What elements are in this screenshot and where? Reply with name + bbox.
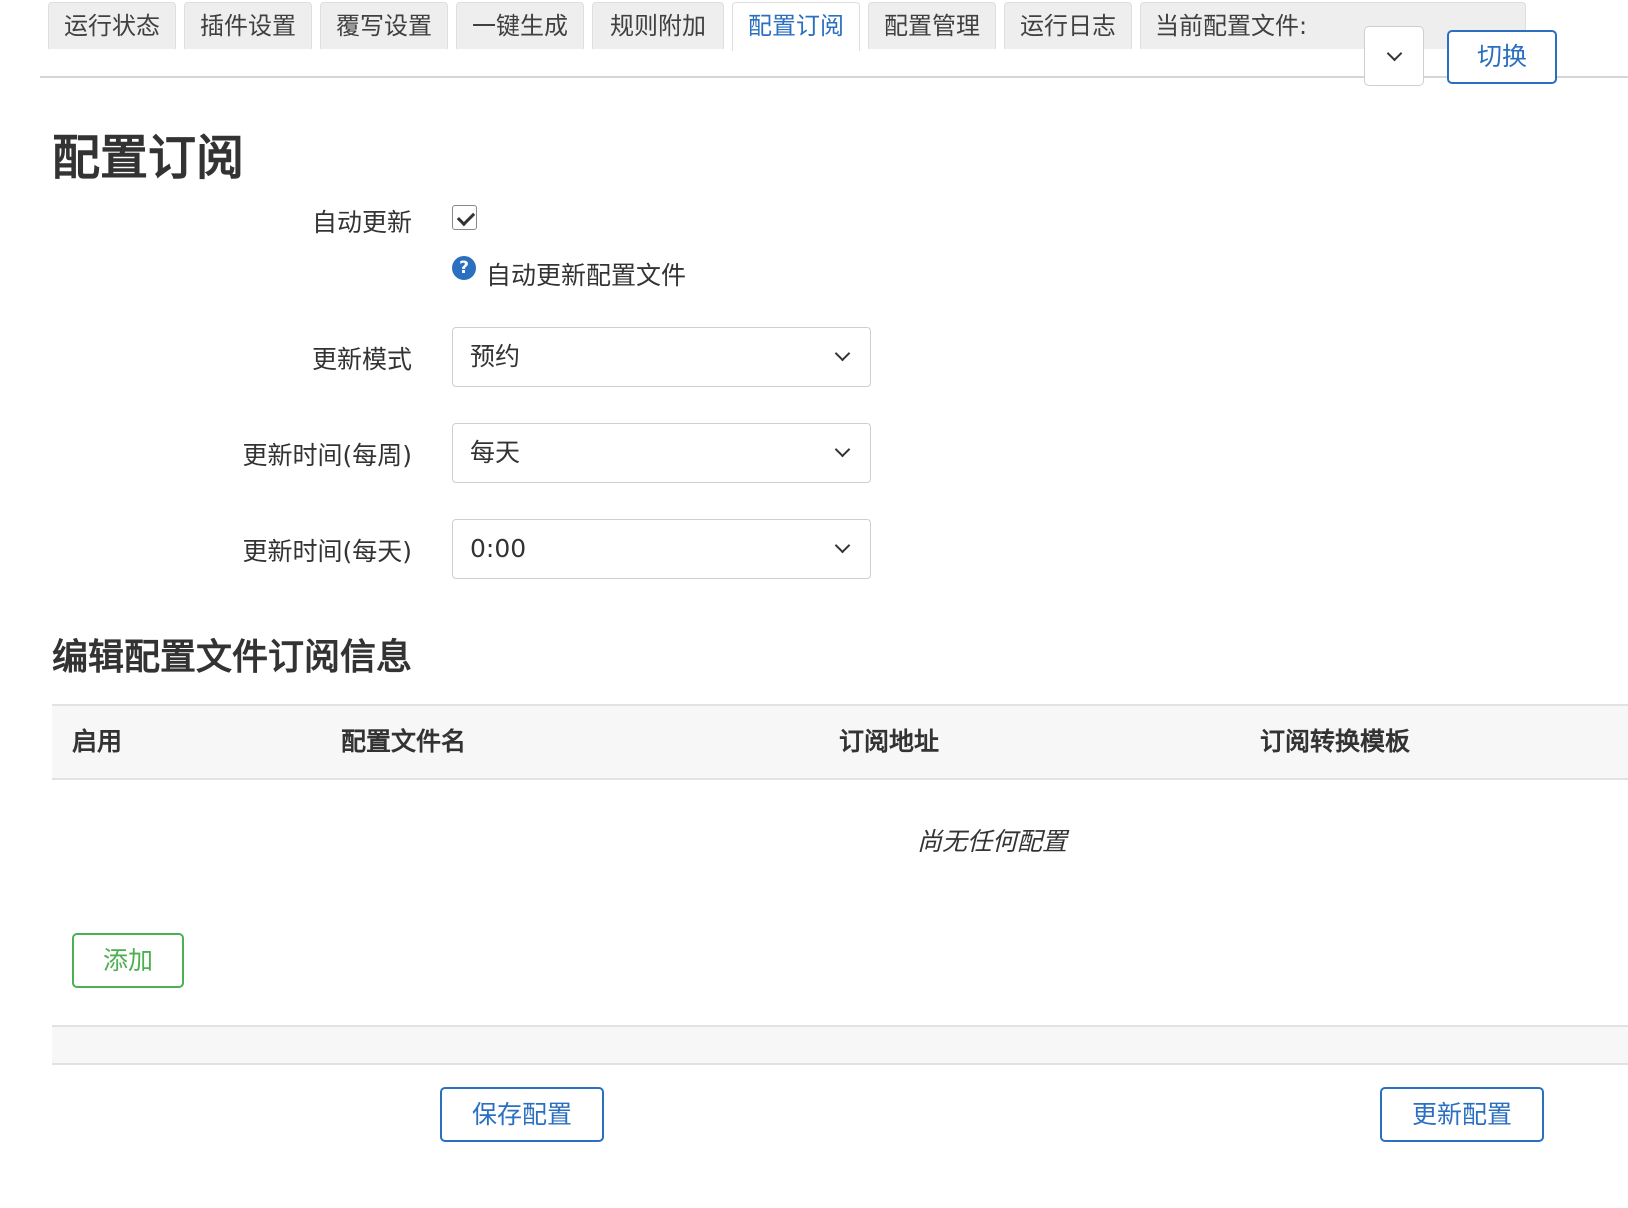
tab-run-log[interactable]: 运行日志 (1004, 2, 1132, 49)
chevron-down-icon (834, 345, 851, 362)
column-header-enable: 启用 (72, 727, 123, 756)
update-day-select[interactable]: 0:00 (452, 519, 871, 579)
update-day-value: 0:00 (470, 534, 527, 563)
chevron-down-icon (1386, 45, 1403, 62)
tab-rule-append[interactable]: 规则附加 (592, 2, 724, 49)
save-config-button[interactable]: 保存配置 (440, 1087, 604, 1142)
column-header-config-name: 配置文件名 (341, 727, 467, 756)
chevron-down-icon (834, 441, 851, 458)
chevron-down-icon (834, 537, 851, 554)
add-button[interactable]: 添加 (72, 933, 184, 988)
update-week-select[interactable]: 每天 (452, 423, 871, 483)
tab-one-click-generate[interactable]: 一键生成 (456, 2, 584, 49)
page-title: 配置订阅 (52, 130, 245, 186)
update-week-value: 每天 (470, 438, 521, 467)
tab-config-subscription[interactable]: 配置订阅 (732, 2, 860, 51)
auto-update-help-text: 自动更新配置文件 (486, 261, 687, 290)
update-mode-select[interactable]: 预约 (452, 327, 871, 387)
update-week-label: 更新时间(每周) (242, 441, 412, 470)
section-title: 编辑配置文件订阅信息 (52, 637, 413, 678)
tab-plugin-settings[interactable]: 插件设置 (184, 2, 312, 49)
update-config-button[interactable]: 更新配置 (1380, 1087, 1544, 1142)
help-icon: ? (452, 256, 476, 280)
column-header-conversion-template: 订阅转换模板 (1260, 727, 1411, 756)
auto-update-checkbox[interactable] (452, 205, 477, 230)
table-header: 启用 配置文件名 订阅地址 订阅转换模板 (52, 704, 1628, 780)
tab-override-settings[interactable]: 覆写设置 (320, 2, 448, 49)
auto-update-label: 自动更新 (311, 208, 412, 237)
footer-divider (52, 1025, 1628, 1065)
checkmark-icon (456, 207, 476, 227)
table-empty-message: 尚无任何配置 (916, 827, 1067, 856)
update-mode-value: 预约 (470, 342, 521, 371)
column-header-subscription-url: 订阅地址 (839, 727, 940, 756)
tab-config-management[interactable]: 配置管理 (868, 2, 996, 49)
update-mode-label: 更新模式 (311, 345, 412, 374)
update-day-label: 更新时间(每天) (242, 537, 412, 566)
switch-config-button[interactable]: 切换 (1447, 30, 1557, 84)
tab-running-status[interactable]: 运行状态 (48, 2, 176, 49)
current-config-label: 当前配置文件: (1155, 12, 1308, 40)
current-config-select[interactable] (1364, 26, 1424, 86)
